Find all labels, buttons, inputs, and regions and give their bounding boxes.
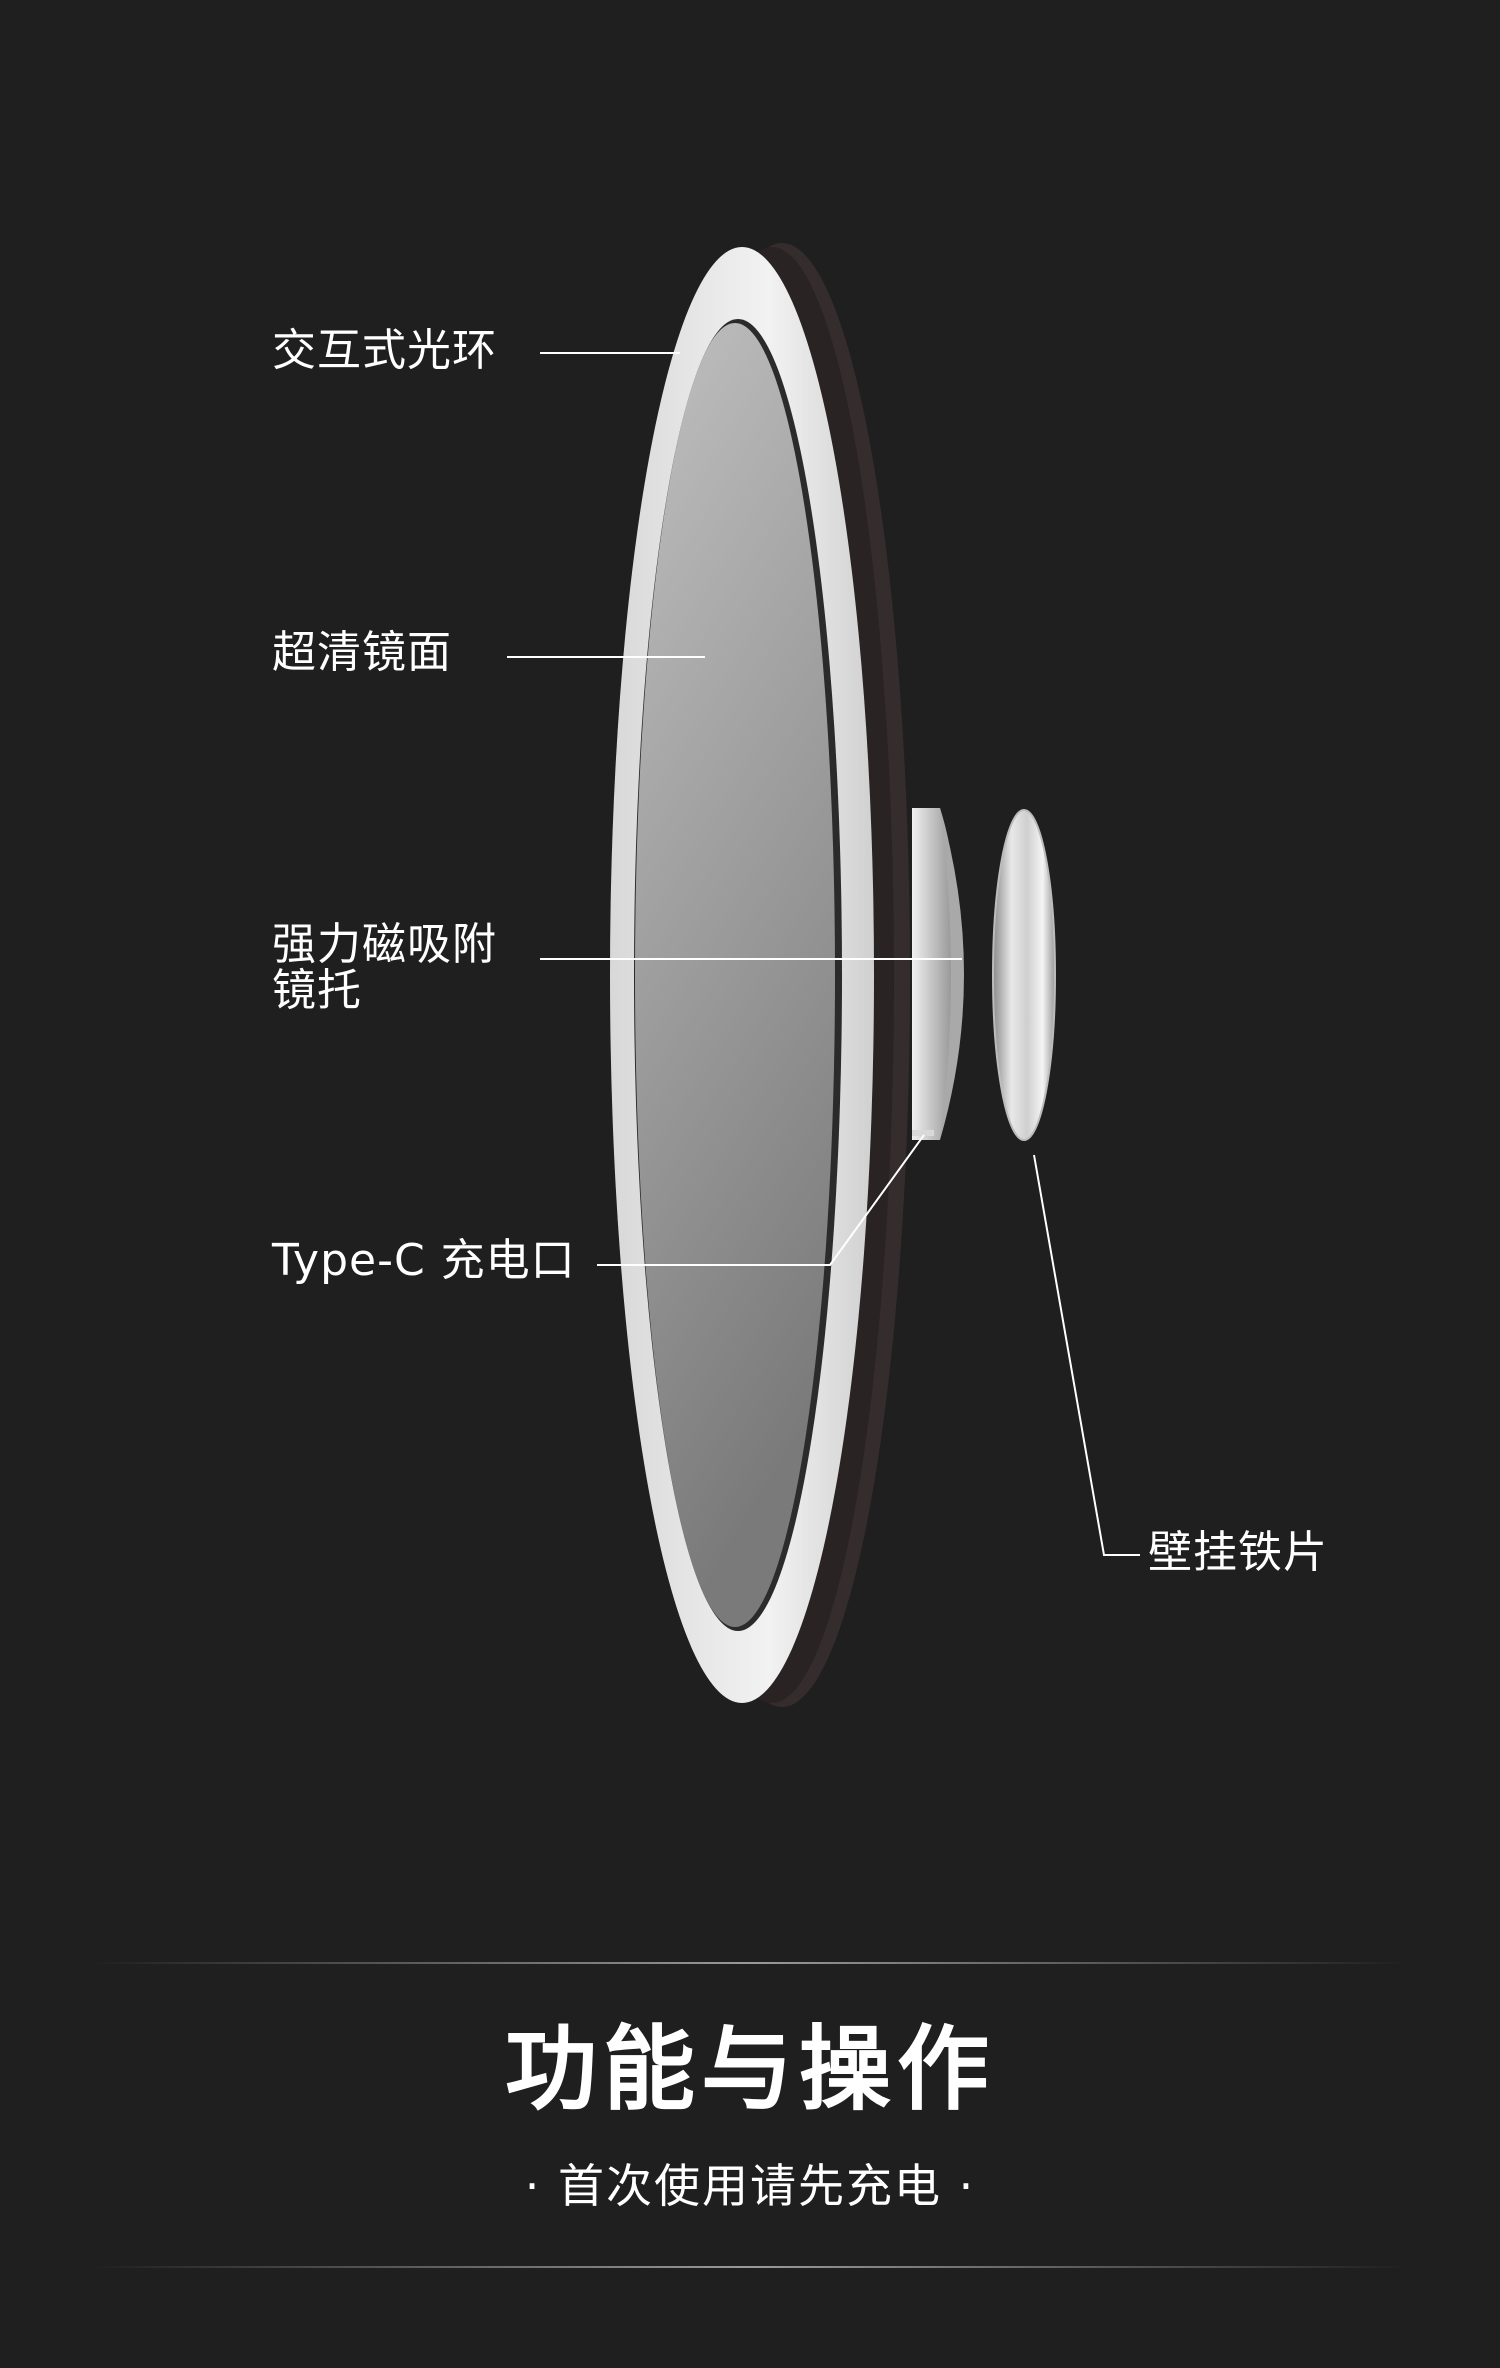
label-magnetic-holder: 强力磁吸附 镜托 [272,922,497,1014]
product-diagram [507,243,1140,1707]
plate-leader-line [1033,1154,1140,1556]
label-wall-plate: 壁挂铁片 [1148,1527,1328,1578]
label-mirror-surface: 超清镜面 [272,627,452,678]
label-charging-port: Type-C 充电口 [272,1235,576,1286]
label-light-ring: 交互式光环 [272,325,497,376]
mirror-glass [635,323,835,1627]
divider-bottom [90,2266,1410,2268]
section-subtitle: · 首次使用请先充电 · [524,2159,976,2213]
section-title: 功能与操作 [504,2016,995,2123]
page: 交互式光环 超清镜面 强力磁吸附 镜托 Type-C 充电口 壁挂铁片 功能与操… [0,0,1500,2368]
label-magnetic-holder-line1: 强力磁吸附 [272,919,497,970]
label-magnetic-holder-line2: 镜托 [272,965,362,1016]
divider-top [90,1962,1410,1964]
